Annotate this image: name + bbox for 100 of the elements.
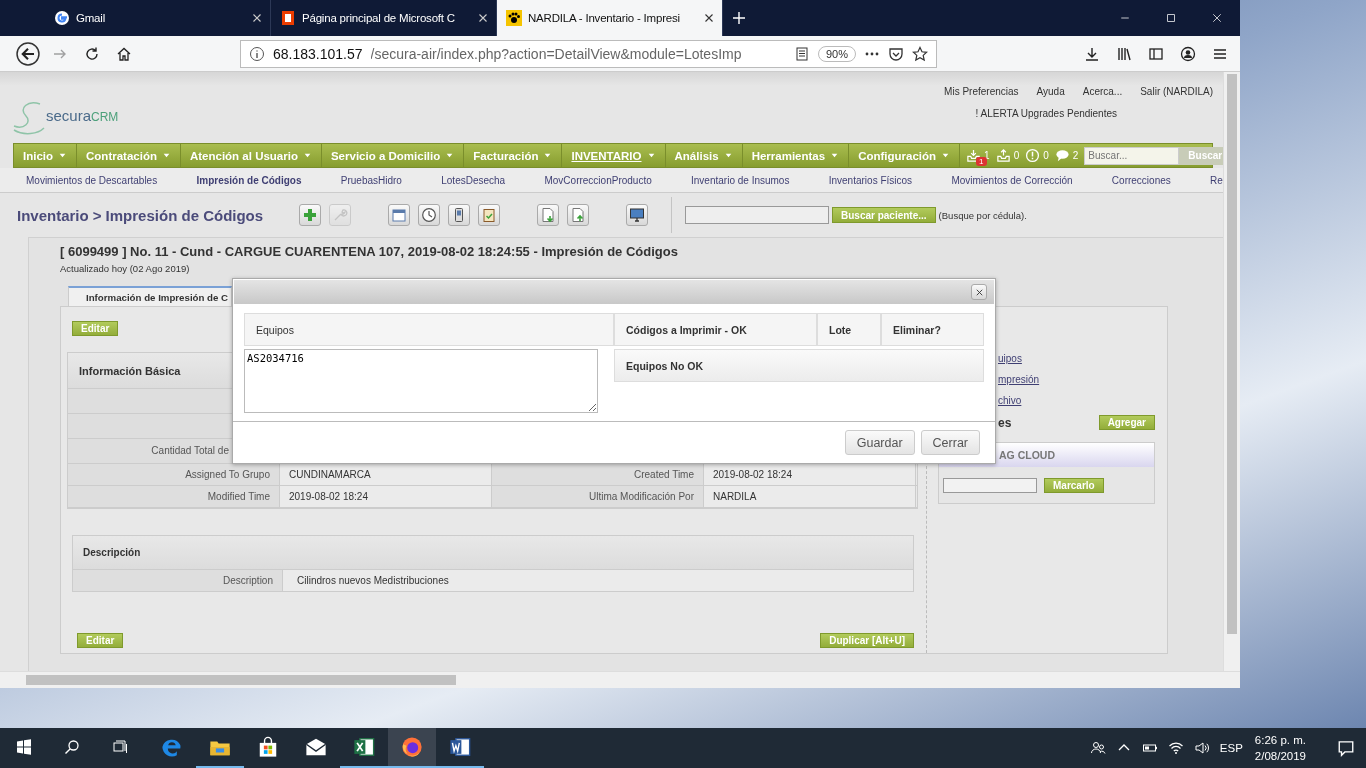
- browser-tab[interactable]: Gmail: [45, 0, 271, 36]
- library-icon[interactable]: [1116, 45, 1132, 62]
- task-view-icon[interactable]: [112, 739, 128, 755]
- pocket-icon[interactable]: [888, 45, 904, 62]
- breadcrumb-link[interactable]: Inventario: [17, 206, 89, 224]
- column-header: Eliminar?: [881, 313, 984, 346]
- alert-link[interactable]: ! ALERTA Upgrades Pendientes: [975, 108, 1117, 119]
- column-header: Códigos a Imprimir - OK: [614, 313, 817, 346]
- label-cell: Created Time: [492, 464, 704, 485]
- notification-badge: 1: [976, 157, 987, 166]
- label-cell: Cantidad Total de: [68, 439, 232, 463]
- toolbar-button[interactable]: [626, 204, 648, 226]
- close-icon[interactable]: [1211, 12, 1223, 24]
- exclamation-circle-icon[interactable]: [1025, 148, 1041, 163]
- submenu-link[interactable]: LotesDesecha: [441, 174, 506, 186]
- notification-icon[interactable]: [1337, 739, 1355, 757]
- language-indicator[interactable]: ESP: [1219, 742, 1243, 754]
- speaker-icon[interactable]: [1193, 740, 1210, 756]
- wifi-icon[interactable]: [1167, 740, 1184, 756]
- plus-icon: [302, 207, 318, 223]
- toolbar-button[interactable]: [418, 204, 440, 226]
- paw-print-icon: [506, 10, 522, 26]
- label-cell: Ultima Modificación Por: [492, 486, 704, 507]
- sidebar-icon[interactable]: [1148, 45, 1164, 62]
- url-host: 68.183.101.57: [273, 45, 363, 62]
- search-hint: (Busque por cédula).: [938, 209, 1027, 221]
- submenu-link[interactable]: Inventario de Insumos: [691, 174, 790, 186]
- counter-value: 0: [1043, 150, 1049, 161]
- account-icon[interactable]: [1180, 45, 1196, 62]
- scroll-thumb[interactable]: [26, 675, 456, 685]
- home-icon[interactable]: [116, 45, 132, 62]
- store-bag-icon: [257, 736, 279, 758]
- word-icon: [449, 736, 471, 758]
- wrench-icon: [332, 207, 348, 223]
- submenu-link[interactable]: Movimientos de Descartables: [26, 174, 158, 186]
- caret-icon: [830, 151, 840, 160]
- caret-icon: [445, 151, 455, 160]
- updated-text: Actualizado hoy (02 Ago 2019): [60, 263, 191, 274]
- clock-date[interactable]: 2/08/2019: [1254, 748, 1306, 764]
- reader-view-icon[interactable]: [793, 45, 810, 62]
- clock-time[interactable]: 6:26 p. m.: [1254, 732, 1306, 748]
- submenu-link[interactable]: PruebasHidro: [340, 174, 402, 186]
- info-icon[interactable]: [249, 45, 265, 62]
- header-link[interactable]: Ayuda: [1036, 86, 1065, 97]
- toolbar-button[interactable]: [478, 204, 500, 226]
- submenu-link[interactable]: Impresión de Códigos: [196, 174, 302, 186]
- label-cell: Modified Time: [68, 486, 280, 507]
- document-down-arrow-icon: [540, 207, 556, 223]
- submenu-link[interactable]: Inventarios Físicos: [828, 174, 913, 186]
- submenu-link[interactable]: Correcciones: [1111, 174, 1171, 186]
- new-tab-icon[interactable]: [731, 10, 747, 26]
- tag-input-field[interactable]: [943, 478, 1037, 493]
- header-link[interactable]: Mis Preferencias: [944, 86, 1019, 97]
- breadcrumb-current: > Impresión de Códigos: [92, 206, 264, 224]
- caret-icon: [302, 151, 312, 160]
- submenu-link[interactable]: Re: [1210, 174, 1223, 186]
- browser-tab[interactable]: NARDILA - Inventario - Impresi: [497, 0, 723, 36]
- submenu-link[interactable]: MovCorreccionProducto: [544, 174, 652, 186]
- clock-icon: [421, 207, 437, 223]
- people-icon[interactable]: [1089, 740, 1106, 756]
- menu-search-field[interactable]: Buscar...: [1084, 146, 1180, 165]
- search-icon[interactable]: [64, 739, 80, 755]
- dialog-button[interactable]: Guardar: [844, 430, 915, 455]
- logo-text: securaCRM: [46, 107, 119, 124]
- detail-tab[interactable]: Información de Impresión de C: [68, 286, 232, 306]
- patient-search-field[interactable]: [685, 206, 829, 224]
- back-icon[interactable]: [16, 41, 40, 66]
- counter-value: 2: [1072, 150, 1079, 161]
- submenu-link[interactable]: Movimientos de Corrección: [951, 174, 1073, 186]
- windows-start-icon[interactable]: [16, 739, 32, 755]
- vertical-scrollbar[interactable]: [1223, 72, 1240, 671]
- header-link[interactable]: Acerca...: [1082, 86, 1123, 97]
- bookmark-star-icon[interactable]: [912, 45, 928, 62]
- column-header: Equipos: [244, 313, 614, 346]
- firefox-icon: [401, 736, 423, 758]
- header-link[interactable]: Salir (NARDILA): [1140, 86, 1213, 97]
- speech-bubble-icon[interactable]: [1054, 148, 1070, 163]
- scroll-thumb[interactable]: [1227, 74, 1237, 634]
- column-header: Lote: [817, 313, 881, 346]
- record-title: [ 6099499 ] No. 11 - Cund - CARGUE CUARENTENA 107, 2019-08-02 18:24:55 - Impresión de Códigos: [60, 244, 679, 259]
- reload-icon[interactable]: [84, 45, 100, 62]
- download-icon[interactable]: [1084, 45, 1100, 62]
- document-up-arrow-icon: [570, 207, 586, 223]
- outbox-tray-icon[interactable]: [995, 148, 1011, 163]
- url-path: /secura-air/index.php?action=DetailView&module=LotesImp: [370, 45, 743, 62]
- counter-value: 0: [1013, 150, 1020, 161]
- dialog-button[interactable]: Cerrar: [920, 430, 980, 455]
- excel-icon: [353, 736, 375, 758]
- address-bar[interactable]: 68.183.101.57 /secura-air/index.php?action=DetailView&module=LotesImp 90%: [240, 39, 937, 68]
- close-button[interactable]: [971, 284, 987, 300]
- clipboard-check-icon: [481, 207, 497, 223]
- horizontal-scrollbar[interactable]: [0, 671, 1240, 688]
- section-title: es: [998, 415, 1012, 430]
- toolbar-button[interactable]: [448, 204, 470, 226]
- envelope-icon: [305, 736, 327, 758]
- caret-icon: [646, 151, 656, 160]
- maximize-icon[interactable]: [1165, 12, 1177, 24]
- caret-icon: [543, 151, 553, 160]
- equipment-text-area[interactable]: AS2034716: [244, 349, 598, 413]
- label-cell: Description: [73, 570, 283, 591]
